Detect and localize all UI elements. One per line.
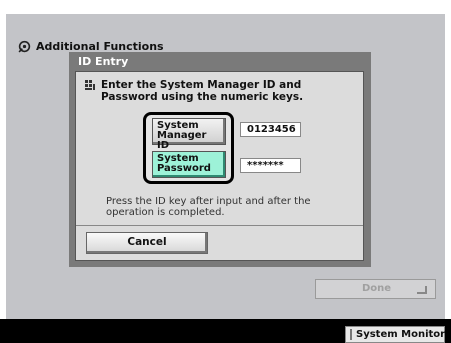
monitor-icon (350, 329, 352, 340)
done-label: Done (362, 283, 392, 294)
instruction: Enter the System Manager ID and Password… (84, 79, 354, 103)
manager-id-field[interactable]: 0123456 (240, 122, 301, 137)
keypad-icon (85, 80, 95, 90)
divider (76, 225, 363, 226)
password-label-line2: Password (157, 163, 211, 174)
password-field[interactable]: ******* (240, 158, 301, 173)
dialog-title: ID Entry (78, 55, 129, 68)
system-password-button[interactable]: System Password (152, 151, 226, 178)
instruction-text: Enter the System Manager ID and Password… (101, 79, 304, 103)
return-arrow-icon (417, 286, 427, 294)
system-monitor-button[interactable]: System Monitor (345, 326, 445, 343)
manager-id-label-line2: Manager ID (157, 130, 207, 151)
wrench-gear-icon (18, 40, 31, 53)
help-note: Press the ID key after input and after t… (106, 196, 311, 218)
id-entry-dialog: ID Entry Enter the System Manager ID and… (69, 52, 371, 267)
system-manager-id-button[interactable]: System Manager ID (152, 118, 226, 151)
system-monitor-label: System Monitor (356, 329, 446, 340)
done-button[interactable]: Done (315, 279, 436, 299)
cancel-button[interactable]: Cancel (86, 232, 208, 254)
id-key-group: System Manager ID System Password (143, 112, 234, 184)
dialog-panel: Enter the System Manager ID and Password… (75, 71, 364, 261)
